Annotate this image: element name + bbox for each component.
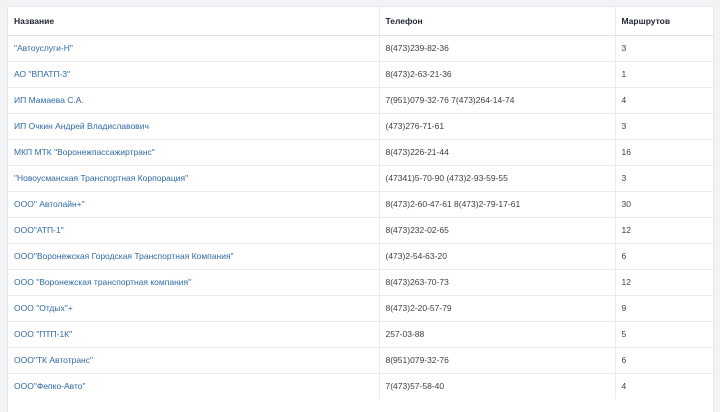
carrier-name-link[interactable]: ИП Мамаева С.А. [8,87,380,114]
carrier-name-link[interactable]: ООО"АТП-1" [8,217,380,244]
table-row: ООО "Отдых"+ 8(473)2-20-57-79 9 [8,295,713,322]
carrier-routes-count: 3 [615,35,713,62]
carrier-phone: 8(473)226-21-44 [379,139,616,166]
header-phone[interactable]: Телефон [379,7,616,36]
carrier-name-link[interactable]: ООО "Отдых"+ [8,295,380,322]
table-row: МКП МТК "Воронежпассажиртранс" 8(473)226… [8,139,713,166]
carrier-name-link[interactable]: "Новоусманская Транспортная Корпорация" [8,165,380,192]
carrier-routes-count: 4 [621,381,627,392]
carrier-phone: 8(473)232-02-65 [379,217,616,244]
carrier-phone: (47341)5-70-90 (473)2-93-59-55 [379,165,616,192]
carrier-phone: 8(473)239-82-36 [379,35,616,62]
carrier-name-link[interactable]: ООО"ТК Автотранс" [8,347,380,374]
carrier-routes-count: 6 [615,243,713,270]
carrier-name-link[interactable]: ИП Очкин Андрей Владиславович [8,113,380,140]
header-name[interactable]: Название [8,7,380,36]
carrier-phone: 257-03-88 [379,321,616,348]
carrier-routes-count: 6 [615,347,713,374]
table-row: "Новоусманская Транспортная Корпорация" … [8,165,713,192]
carrier-name-link[interactable]: ООО "Воронежская транспортная компания" [8,269,380,296]
carrier-routes-count: 5 [615,321,713,348]
table-row: ИП Мамаева С.А. 7(951)079-32-76 7(473)26… [8,87,713,114]
carrier-routes-count: 12 [615,217,713,244]
table-row: ООО "Воронежская транспортная компания" … [8,269,713,296]
carrier-routes-count: 30 [615,191,713,218]
carrier-routes-count: 9 [615,295,713,322]
carrier-routes-count: 16 [615,139,713,166]
table-row: "Автоуслуги-Н" 8(473)239-82-36 3 [8,35,713,62]
carrier-phone: 8(473)263-70-73 [379,269,616,296]
table-row: ООО"ТК Автотранс" 8(951)079-32-76 6 [8,347,713,374]
carrier-name-link[interactable]: "Автоуслуги-Н" [8,35,380,62]
table-row: ИП Очкин Андрей Владиславович (473)276-7… [8,113,713,140]
table-row: ООО"АТП-1" 8(473)232-02-65 12 [8,217,713,244]
header-routes[interactable]: Маршрутов [615,7,713,36]
carriers-table-container: Название Телефон Маршрутов "Автоуслуги-Н… [7,6,714,412]
table-row: ООО"Фепко-Авто" 7(473)57-58-40 4 [8,373,713,399]
carrier-name-link[interactable]: ООО"Фепко-Авто" [8,373,380,399]
carrier-name-link[interactable]: ООО "ПТП-1К" [8,321,380,348]
table-row: ООО" Автолайн+" 8(473)2-60-47-61 8(473)2… [8,191,713,218]
table-row: ООО "ПТП-1К" 257-03-88 5 [8,321,713,348]
carrier-name-link[interactable]: ООО" Автолайн+" [8,191,380,218]
carrier-phone: 8(473)2-20-57-79 [379,295,616,322]
table-row: АО "ВПАТП-3" 8(473)2-63-21-36 1 [8,61,713,88]
table-row: ООО"Воронежская Городская Транспортная К… [8,243,713,270]
carrier-routes-count: 3 [615,113,713,140]
carrier-routes-count: 1 [615,61,713,88]
carrier-routes-count: 3 [615,165,713,192]
carrier-name-link[interactable]: АО "ВПАТП-3" [8,61,380,88]
carrier-routes-count: 12 [615,269,713,296]
carrier-phone: 8(473)2-63-21-36 [379,61,616,88]
carriers-table: Название Телефон Маршрутов "Автоуслуги-Н… [8,7,713,399]
carrier-phone: (473)276-71-61 [379,113,616,140]
carrier-phone: 7(951)079-32-76 7(473)264-14-74 [379,87,616,114]
table-header-row: Название Телефон Маршрутов [8,7,713,36]
carrier-routes-count: 4 [615,87,713,114]
carrier-phone: 7(473)57-58-40 [379,373,616,399]
carrier-phone: 8(473)2-60-47-61 8(473)2-79-17-61 [379,191,616,218]
carrier-name-link[interactable]: ООО"Воронежская Городская Транспортная К… [8,243,380,270]
carrier-name-link[interactable]: МКП МТК "Воронежпассажиртранс" [8,139,380,166]
carrier-phone: 8(951)079-32-76 [379,347,616,374]
carrier-phone: (473)2-54-63-20 [379,243,616,270]
